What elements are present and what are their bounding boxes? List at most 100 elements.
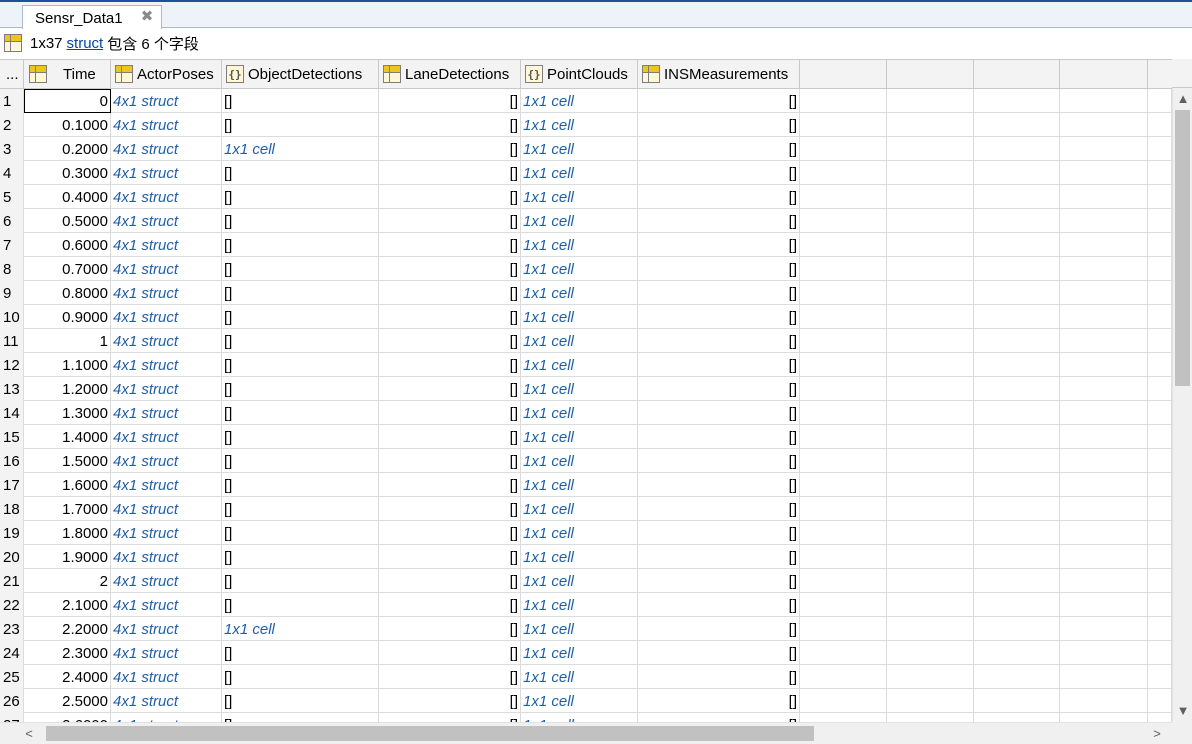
pointclouds-cell[interactable]: 1x1 cell bbox=[521, 641, 638, 665]
time-cell[interactable]: 1 bbox=[24, 329, 111, 353]
row-index-cell[interactable]: 3 bbox=[0, 137, 24, 161]
empty-cell[interactable] bbox=[1060, 161, 1148, 185]
pointclouds-cell[interactable]: 1x1 cell bbox=[521, 329, 638, 353]
empty-cell[interactable] bbox=[887, 569, 974, 593]
insmeasurements-cell[interactable]: [] bbox=[638, 185, 800, 209]
scroll-up-icon[interactable]: ▲ bbox=[1173, 90, 1192, 108]
objectdetections-cell[interactable]: [] bbox=[222, 449, 379, 473]
lanedetections-cell[interactable]: [] bbox=[379, 593, 521, 617]
empty-cell[interactable] bbox=[800, 89, 887, 113]
empty-cell[interactable] bbox=[887, 641, 974, 665]
empty-cell[interactable] bbox=[887, 593, 974, 617]
actorposes-cell[interactable]: 4x1 struct bbox=[111, 689, 222, 713]
actorposes-cell[interactable]: 4x1 struct bbox=[111, 209, 222, 233]
objectdetections-cell[interactable]: 1x1 cell bbox=[222, 617, 379, 641]
objectdetections-cell[interactable]: [] bbox=[222, 569, 379, 593]
empty-cell[interactable] bbox=[800, 137, 887, 161]
lanedetections-cell[interactable]: [] bbox=[379, 569, 521, 593]
lanedetections-cell[interactable]: [] bbox=[379, 473, 521, 497]
empty-cell[interactable] bbox=[1148, 497, 1172, 521]
empty-cell[interactable] bbox=[974, 89, 1060, 113]
pointclouds-cell[interactable]: 1x1 cell bbox=[521, 617, 638, 641]
row-index-cell[interactable]: 9 bbox=[0, 281, 24, 305]
actorposes-cell[interactable]: 4x1 struct bbox=[111, 401, 222, 425]
empty-cell[interactable] bbox=[1060, 425, 1148, 449]
empty-cell[interactable] bbox=[974, 257, 1060, 281]
empty-cell[interactable] bbox=[800, 185, 887, 209]
time-cell[interactable]: 1.5000 bbox=[24, 449, 111, 473]
empty-cell[interactable] bbox=[887, 113, 974, 137]
actorposes-cell[interactable]: 4x1 struct bbox=[111, 545, 222, 569]
objectdetections-cell[interactable]: [] bbox=[222, 233, 379, 257]
actorposes-cell[interactable]: 4x1 struct bbox=[111, 281, 222, 305]
row-index-cell[interactable]: 25 bbox=[0, 665, 24, 689]
row-index-cell[interactable]: 21 bbox=[0, 569, 24, 593]
empty-cell[interactable] bbox=[887, 233, 974, 257]
empty-cell[interactable] bbox=[887, 617, 974, 641]
row-index-cell[interactable]: 14 bbox=[0, 401, 24, 425]
lanedetections-cell[interactable]: [] bbox=[379, 425, 521, 449]
lanedetections-cell[interactable]: [] bbox=[379, 377, 521, 401]
actorposes-cell[interactable]: 4x1 struct bbox=[111, 473, 222, 497]
empty-cell[interactable] bbox=[800, 689, 887, 713]
objectdetections-cell[interactable]: [] bbox=[222, 473, 379, 497]
actorposes-cell[interactable]: 4x1 struct bbox=[111, 89, 222, 113]
pointclouds-cell[interactable]: 1x1 cell bbox=[521, 593, 638, 617]
empty-cell[interactable] bbox=[974, 377, 1060, 401]
lanedetections-cell[interactable]: [] bbox=[379, 113, 521, 137]
empty-cell[interactable] bbox=[1060, 689, 1148, 713]
row-index-cell[interactable]: 13 bbox=[0, 377, 24, 401]
row-index-cell[interactable]: 24 bbox=[0, 641, 24, 665]
empty-cell[interactable] bbox=[800, 257, 887, 281]
time-cell[interactable]: 1.2000 bbox=[24, 377, 111, 401]
empty-cell[interactable] bbox=[800, 473, 887, 497]
objectdetections-cell[interactable]: [] bbox=[222, 377, 379, 401]
actorposes-cell[interactable]: 4x1 struct bbox=[111, 617, 222, 641]
empty-cell[interactable] bbox=[974, 113, 1060, 137]
scroll-left-icon[interactable]: < bbox=[20, 723, 38, 744]
column-header-pointclouds[interactable]: {} PointClouds bbox=[521, 60, 638, 88]
lanedetections-cell[interactable]: [] bbox=[379, 401, 521, 425]
empty-cell[interactable] bbox=[974, 305, 1060, 329]
lanedetections-cell[interactable]: [] bbox=[379, 329, 521, 353]
insmeasurements-cell[interactable]: [] bbox=[638, 641, 800, 665]
column-header-actorposes[interactable]: ActorPoses bbox=[111, 60, 222, 88]
lanedetections-cell[interactable]: [] bbox=[379, 545, 521, 569]
empty-cell[interactable] bbox=[800, 353, 887, 377]
row-index-cell[interactable]: 6 bbox=[0, 209, 24, 233]
close-icon[interactable]: ✖ bbox=[140, 9, 154, 24]
pointclouds-cell[interactable]: 1x1 cell bbox=[521, 233, 638, 257]
lanedetections-cell[interactable]: [] bbox=[379, 521, 521, 545]
row-index-cell[interactable]: 5 bbox=[0, 185, 24, 209]
pointclouds-cell[interactable]: 1x1 cell bbox=[521, 113, 638, 137]
insmeasurements-cell[interactable]: [] bbox=[638, 233, 800, 257]
time-cell[interactable]: 2.3000 bbox=[24, 641, 111, 665]
empty-cell[interactable] bbox=[1148, 89, 1172, 113]
empty-cell[interactable] bbox=[887, 713, 974, 722]
empty-cell[interactable] bbox=[974, 521, 1060, 545]
time-cell[interactable]: 0.9000 bbox=[24, 305, 111, 329]
empty-cell[interactable] bbox=[800, 377, 887, 401]
actorposes-cell[interactable]: 4x1 struct bbox=[111, 377, 222, 401]
empty-cell[interactable] bbox=[1060, 257, 1148, 281]
insmeasurements-cell[interactable]: [] bbox=[638, 689, 800, 713]
empty-cell[interactable] bbox=[800, 641, 887, 665]
objectdetections-cell[interactable]: [] bbox=[222, 593, 379, 617]
time-cell[interactable]: 0.6000 bbox=[24, 233, 111, 257]
row-index-cell[interactable]: 7 bbox=[0, 233, 24, 257]
lanedetections-cell[interactable]: [] bbox=[379, 305, 521, 329]
objectdetections-cell[interactable]: [] bbox=[222, 353, 379, 377]
empty-cell[interactable] bbox=[1148, 617, 1172, 641]
lanedetections-cell[interactable]: [] bbox=[379, 713, 521, 722]
empty-cell[interactable] bbox=[1060, 305, 1148, 329]
row-index-cell[interactable]: 26 bbox=[0, 689, 24, 713]
objectdetections-cell[interactable]: [] bbox=[222, 281, 379, 305]
empty-cell[interactable] bbox=[974, 689, 1060, 713]
empty-cell[interactable] bbox=[887, 353, 974, 377]
insmeasurements-cell[interactable]: [] bbox=[638, 617, 800, 641]
empty-cell[interactable] bbox=[887, 689, 974, 713]
time-cell[interactable]: 1.8000 bbox=[24, 521, 111, 545]
empty-cell[interactable] bbox=[1060, 593, 1148, 617]
actorposes-cell[interactable]: 4x1 struct bbox=[111, 521, 222, 545]
actorposes-cell[interactable]: 4x1 struct bbox=[111, 305, 222, 329]
